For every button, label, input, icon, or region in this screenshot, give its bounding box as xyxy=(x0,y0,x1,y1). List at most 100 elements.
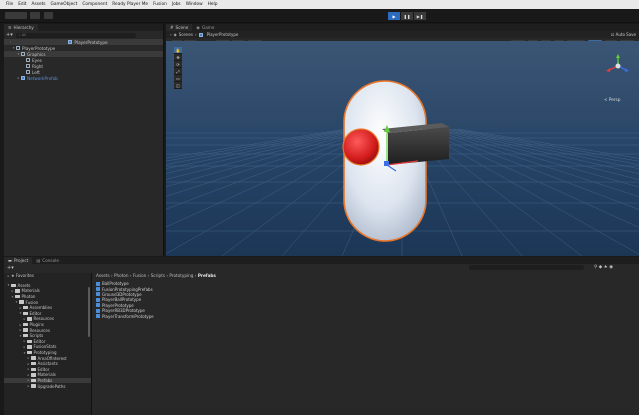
transform-tools: ✋ ✥ ⟳ ⤢ ▭ ◫ xyxy=(174,47,182,89)
gameobject-icon xyxy=(26,64,30,68)
prefab-icon xyxy=(96,281,100,286)
folder-icon xyxy=(23,311,28,316)
console-icon: ▤ xyxy=(36,258,41,263)
breadcrumb-prefab[interactable]: PlayerPrototype xyxy=(207,32,239,37)
folder-icon xyxy=(31,384,36,388)
prefab-header[interactable]: ‹ PlayerPrototype xyxy=(4,39,163,45)
rotate-tool-icon[interactable]: ⟳ xyxy=(174,61,182,68)
step-button[interactable]: ▶❚ xyxy=(414,12,426,20)
project-tabbar: ▬ Project ▤ Console xyxy=(4,257,639,264)
collab-icon[interactable] xyxy=(44,12,53,19)
project-breadcrumb: Assets › Photon › Fusion › Scripts › Pro… xyxy=(96,273,216,278)
folder-icon xyxy=(23,306,28,310)
transform-tool-icon[interactable]: ◫ xyxy=(174,82,182,89)
prefab-breadcrumb-bar: ‹ ◈ Scenes › PlayerPrototype ☑ Auto Save xyxy=(166,31,639,38)
hand-tool-icon[interactable]: ✋ xyxy=(174,47,182,54)
menu-item-help[interactable]: Help xyxy=(208,2,218,7)
project-panel: ▬ Project ▤ Console +▾ ⚲ ◆ ★ ◉ ▸ ★ Favorite… xyxy=(4,257,639,415)
folder-icon xyxy=(15,294,20,299)
scale-tool-icon[interactable]: ⤢ xyxy=(174,68,182,75)
menu-item-gameobject[interactable]: GameObject xyxy=(51,2,78,7)
breadcrumb-item[interactable]: Assets xyxy=(96,273,110,278)
auto-save-toggle[interactable]: Auto Save xyxy=(616,32,636,37)
breadcrumb-item[interactable]: Fusion xyxy=(133,273,146,278)
breadcrumb-item[interactable]: Prototyping xyxy=(169,273,193,278)
prefab-file[interactable]: FusionPrototypingPrefabs xyxy=(96,286,154,292)
tab-project[interactable]: ▬ Project xyxy=(4,257,33,264)
scene-viewport[interactable]: < Persp ✋ ✥ ⟳ ⤢ ▭ ◫ xyxy=(166,41,639,256)
menu-item-ready-player-me[interactable]: Ready Player Me xyxy=(112,2,148,7)
scene-panel: # Scene ◉ Game ‹ ◈ Scenes › PlayerPrototyp… xyxy=(166,24,639,256)
persp-label[interactable]: < Persp xyxy=(604,97,620,102)
checkbox-icon[interactable]: ☑ xyxy=(611,32,615,37)
project-folder-tree: ▸ ★ Favorites ▾ Assets ▸ Materials ▾ Photon ▾ Fu… xyxy=(4,273,92,415)
folder-icon xyxy=(31,378,36,383)
folder-icon xyxy=(31,362,36,366)
prefab-icon xyxy=(21,76,25,80)
gameobject-icon xyxy=(16,46,20,50)
menu-item-edit[interactable]: Edit xyxy=(18,2,26,7)
menu-item-jobs[interactable]: Jobs xyxy=(172,2,181,7)
folder-icon xyxy=(23,322,28,327)
hierarchy-tree: ▾ PlayerPrototype ▾ Graphics Eyes Right Left ▸ N… xyxy=(4,45,163,81)
folder-icon xyxy=(27,317,32,321)
grid-icon: # xyxy=(170,25,174,30)
folder-icon xyxy=(11,283,16,288)
tab-hierarchy[interactable]: ≡ Hierarchy xyxy=(4,24,38,31)
hierarchy-toolbar: +▾ ⌕ All xyxy=(4,31,163,39)
folder-icon xyxy=(31,367,36,371)
project-file-list: BallPrototype FusionPrototypingPrefabs Gro… xyxy=(96,281,154,319)
prefab-file[interactable]: PlayerRB3DPrototype xyxy=(96,308,154,313)
tab-game[interactable]: ◉ Game xyxy=(192,24,219,31)
filter-icon[interactable]: ⚲ ◆ ★ ◉ xyxy=(594,265,613,270)
gameobject-icon xyxy=(26,70,30,74)
menu-item-window[interactable]: Window xyxy=(186,2,203,7)
gameobject-icon xyxy=(21,52,25,56)
tab-scene[interactable]: # Scene xyxy=(166,24,193,31)
folder-icon xyxy=(15,289,20,293)
playback-controls: ▶ ❚❚ ▶❚ xyxy=(388,12,426,20)
hierarchy-item[interactable]: ▸ NetworkPrefab xyxy=(4,75,163,81)
back-icon[interactable]: ‹ xyxy=(170,32,172,37)
prefab-icon xyxy=(96,308,100,313)
folder-icon xyxy=(27,339,32,344)
hierarchy-panel: ≡ Hierarchy +▾ ⌕ All ‹ PlayerPrototype ▾… xyxy=(4,24,164,256)
pause-button[interactable]: ❚❚ xyxy=(401,12,413,20)
folder-icon: ▬ xyxy=(8,258,12,263)
menu-item-component[interactable]: Component xyxy=(82,2,107,7)
prefab-file[interactable]: PlayerTransformPrototype xyxy=(96,313,154,319)
gamepad-icon: ◉ xyxy=(196,25,200,30)
project-search-input[interactable] xyxy=(469,265,584,270)
add-icon[interactable]: +▾ xyxy=(7,265,14,271)
main-toolbar: ▶ ❚❚ ▶❚ xyxy=(0,9,639,23)
account-button[interactable] xyxy=(5,12,27,19)
prefab-icon xyxy=(96,314,100,319)
rect-tool-icon[interactable]: ▭ xyxy=(174,75,182,82)
prefab-icon xyxy=(198,32,203,37)
menu-item-fusion[interactable]: Fusion xyxy=(153,2,167,7)
prefab-icon xyxy=(96,287,100,292)
folder-icon xyxy=(31,373,36,377)
hierarchy-tabbar: ≡ Hierarchy xyxy=(4,24,163,31)
move-tool-icon[interactable]: ✥ xyxy=(174,54,182,61)
folder-item[interactable]: ▸ UpgradePaths xyxy=(4,383,91,389)
folder-icon xyxy=(23,328,28,332)
tree-scrollbar[interactable] xyxy=(88,287,90,337)
play-button[interactable]: ▶ xyxy=(388,12,400,20)
folder-icon xyxy=(23,334,28,338)
tab-console[interactable]: ▤ Console xyxy=(32,257,63,264)
cloud-icon[interactable] xyxy=(30,12,40,19)
menu-bar: File Edit Assets GameObject Component Ready P… xyxy=(0,0,639,9)
hierarchy-search-input[interactable]: ⌕ All xyxy=(15,32,136,38)
project-toolbar: +▾ ⚲ ◆ ★ ◉ xyxy=(4,264,639,272)
breadcrumb-item[interactable]: Photon xyxy=(114,273,129,278)
add-icon[interactable]: +▾ xyxy=(6,32,13,38)
prefab-icon xyxy=(96,297,100,302)
menu-item-assets[interactable]: Assets xyxy=(32,2,46,7)
breadcrumb-item[interactable]: Scripts xyxy=(151,273,165,278)
scene-tabbar: # Scene ◉ Game xyxy=(166,24,639,31)
prefab-icon xyxy=(96,292,100,297)
menu-item-file[interactable]: File xyxy=(6,2,13,7)
gameobject-icon xyxy=(26,58,30,62)
breadcrumb-scenes[interactable]: Scenes xyxy=(179,32,193,37)
